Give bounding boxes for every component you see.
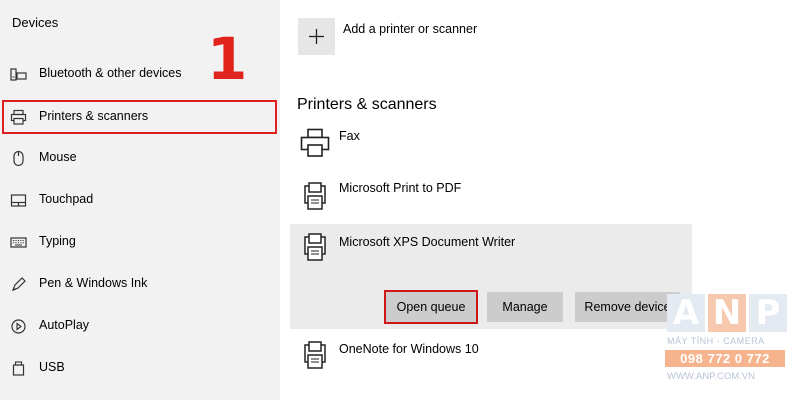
sidebar-item-touchpad[interactable]: Touchpad (0, 183, 280, 217)
anp-logo-letter: N (708, 293, 746, 333)
sidebar-item-label: Bluetooth & other devices (39, 66, 182, 80)
sidebar-item-label: Typing (39, 234, 76, 248)
autoplay-icon (11, 319, 26, 334)
printer-device-icon (304, 233, 326, 261)
sidebar-item-label: Printers & scanners (39, 109, 149, 123)
anp-watermark: A N P MÁY TÍNH - CAMERA 098 772 0 772 WW… (655, 290, 800, 400)
anp-logo: A N P (667, 293, 787, 333)
printer-item-print-to-pdf[interactable]: Microsoft Print to PDF (290, 176, 692, 220)
sidebar-item-mouse[interactable]: Mouse (0, 141, 280, 175)
sidebar-item-label: Mouse (39, 150, 77, 164)
add-printer-label[interactable]: Add a printer or scanner (343, 22, 477, 36)
mouse-icon (13, 150, 24, 167)
printer-name: Fax (339, 129, 360, 143)
printer-item-fax[interactable]: Fax (290, 124, 692, 164)
anp-logo-letter: A (667, 293, 705, 333)
sidebar-item-label: Pen & Windows Ink (39, 276, 148, 290)
sidebar-heading: Devices (12, 15, 59, 30)
fax-icon (300, 128, 330, 157)
anp-tagline: MÁY TÍNH - CAMERA (667, 336, 765, 346)
sidebar-item-label: Touchpad (39, 192, 94, 206)
section-title: Printers & scanners (297, 96, 437, 113)
open-queue-button[interactable]: Open queue (384, 290, 478, 324)
sidebar-item-pen[interactable]: Pen & Windows Ink (0, 267, 280, 301)
printer-name: Microsoft XPS Document Writer (339, 235, 516, 249)
pen-icon (11, 277, 26, 292)
printer-item-onenote[interactable]: OneNote for Windows 10 (290, 336, 692, 380)
touchpad-icon (10, 194, 27, 207)
sidebar-item-printers[interactable]: Printers & scanners (2, 100, 277, 134)
bluetooth-devices-icon (10, 68, 27, 81)
step-1-annotation: 1 (207, 25, 248, 93)
sidebar-item-usb[interactable]: USB (0, 351, 280, 385)
usb-icon (12, 361, 25, 376)
printer-name: Microsoft Print to PDF (339, 181, 462, 195)
sidebar-item-label: USB (39, 360, 65, 374)
sidebar-item-typing[interactable]: Typing (0, 225, 280, 259)
printer-icon (10, 109, 27, 125)
sidebar-item-autoplay[interactable]: AutoPlay (0, 309, 280, 343)
keyboard-icon (10, 237, 27, 248)
manage-button[interactable]: Manage (487, 292, 563, 322)
add-printer-button[interactable] (298, 18, 335, 55)
plus-icon (309, 29, 324, 44)
printer-device-icon (304, 182, 326, 210)
anp-website: WWW.ANP.COM.VN (667, 371, 755, 382)
sidebar-item-label: AutoPlay (39, 318, 90, 332)
printer-name: OneNote for Windows 10 (339, 342, 479, 356)
anp-logo-letter: P (749, 293, 787, 333)
anp-phone: 098 772 0 772 (665, 350, 785, 367)
printer-device-icon (304, 341, 326, 369)
